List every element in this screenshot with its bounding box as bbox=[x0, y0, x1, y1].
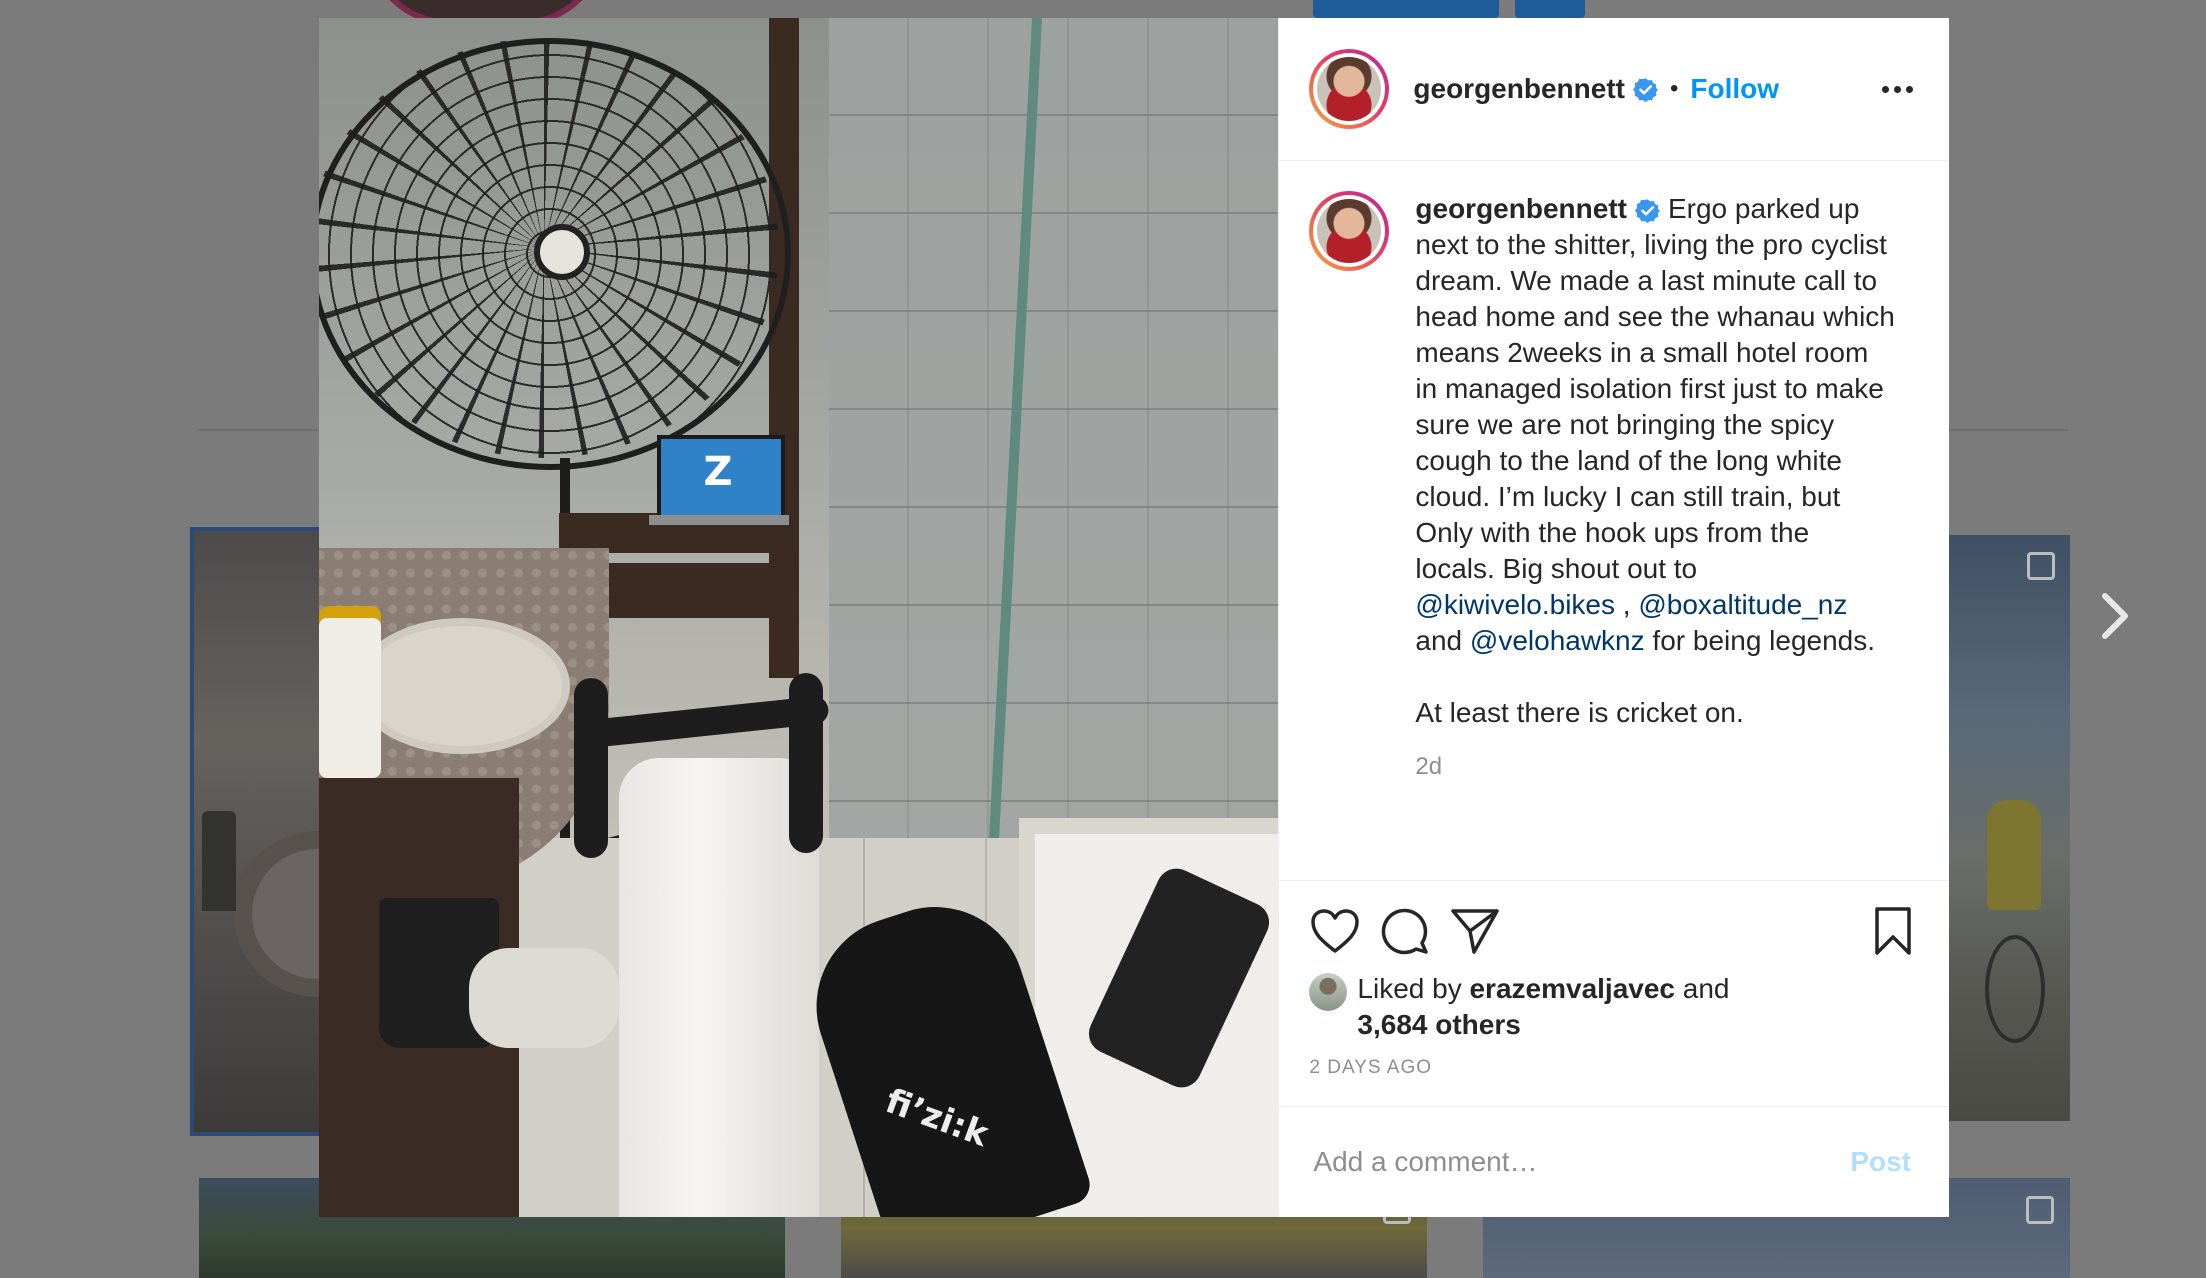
comment-input[interactable] bbox=[1311, 1145, 1845, 1179]
comment-icon bbox=[1382, 908, 1429, 955]
caption-author-avatar[interactable] bbox=[1309, 191, 1390, 271]
bookmark-icon bbox=[1875, 907, 1911, 955]
follow-button[interactable]: Follow bbox=[1690, 73, 1779, 105]
post-actions: Liked by erazemvaljavec and 3,684 others … bbox=[1279, 880, 1949, 1106]
post-timestamp[interactable]: 2 DAYS AGO bbox=[1309, 1057, 1919, 1079]
share-button[interactable] bbox=[1449, 905, 1501, 957]
verified-icon bbox=[1632, 77, 1658, 102]
post-header: georgenbennett • Follow bbox=[1279, 18, 1949, 161]
mention-link-velohawk[interactable]: @velohawknz bbox=[1470, 625, 1645, 656]
post-photo[interactable]: Z fi’zi:k bbox=[319, 18, 1279, 1217]
caption-section: georgenbennett Ergo parked up next to the… bbox=[1279, 161, 1949, 880]
liker-avatar[interactable] bbox=[1309, 973, 1348, 1011]
background-grid-tile bbox=[1947, 535, 2070, 1121]
likes-prefix: Liked by bbox=[1357, 973, 1470, 1004]
post-comment-button[interactable]: Post bbox=[1844, 1145, 1917, 1179]
mention-link-boxaltitude[interactable]: @boxaltitude_nz bbox=[1638, 589, 1847, 620]
caption-text: Ergo parked up next to the shitter, livi… bbox=[1415, 193, 1903, 584]
chevron-right-icon bbox=[2102, 593, 2128, 639]
background-dropdown-button bbox=[1515, 0, 1585, 18]
post-modal: Z fi’zi:k georgenbennett • Follow george… bbox=[319, 18, 1949, 1217]
mention-link-kiwivelo[interactable]: @kiwivelo.bikes bbox=[1415, 589, 1615, 620]
multiple-posts-icon bbox=[2027, 552, 2055, 580]
author-username-link[interactable]: georgenbennett bbox=[1413, 73, 1625, 105]
more-icon bbox=[1882, 85, 1889, 93]
next-post-button[interactable] bbox=[2092, 593, 2138, 639]
caption-age[interactable]: 2d bbox=[1415, 753, 1895, 781]
background-grid-tile-selected bbox=[190, 527, 338, 1136]
liker-username-link[interactable]: erazemvaljavec bbox=[1469, 973, 1675, 1004]
share-icon bbox=[1451, 909, 1500, 954]
author-avatar[interactable] bbox=[1309, 49, 1390, 129]
comment-button[interactable] bbox=[1379, 905, 1431, 957]
caption-username-link[interactable]: georgenbennett bbox=[1415, 193, 1627, 224]
laptop-logo: Z bbox=[703, 449, 733, 495]
save-button[interactable] bbox=[1867, 905, 1919, 957]
like-button[interactable] bbox=[1309, 905, 1361, 957]
heart-icon bbox=[1311, 909, 1360, 953]
post-side-panel: georgenbennett • Follow georgenbennett Er… bbox=[1278, 18, 1949, 1217]
caption-text: , bbox=[1615, 589, 1639, 620]
likes-middle: and bbox=[1675, 973, 1730, 1004]
verified-icon bbox=[1634, 198, 1660, 224]
post-caption: georgenbennett Ergo parked up next to the… bbox=[1415, 191, 1895, 731]
likes-others-link[interactable]: 3,684 others bbox=[1357, 1009, 1520, 1040]
likes-summary: Liked by erazemvaljavec and 3,684 others bbox=[1309, 971, 1919, 1043]
background-message-button bbox=[1313, 0, 1499, 18]
separator-dot: • bbox=[1669, 75, 1679, 102]
more-options-button[interactable] bbox=[1872, 76, 1923, 103]
multiple-posts-icon bbox=[2026, 1196, 2054, 1224]
comment-form: Post bbox=[1279, 1106, 1949, 1217]
